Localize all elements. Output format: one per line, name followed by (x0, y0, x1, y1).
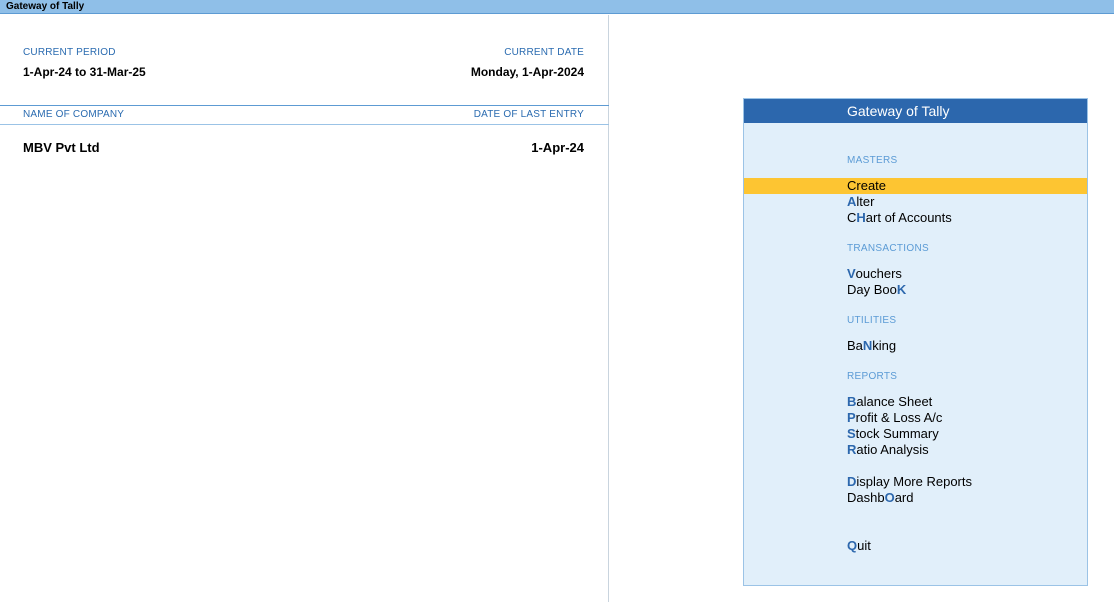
section-transactions-label: TRANSACTIONS (847, 243, 929, 254)
current-period-value[interactable]: 1-Apr-24 to 31-Mar-25 (23, 65, 146, 79)
menu-item-banking[interactable]: BaNking (744, 338, 1087, 354)
section-utilities-label: UTILITIES (847, 315, 897, 326)
menu-item-display-more-reports[interactable]: Display More Reports (744, 474, 1087, 490)
section-reports-label: REPORTS (847, 371, 898, 382)
company-name[interactable]: MBV Pvt Ltd (23, 140, 100, 155)
hotkey-s: S (847, 426, 856, 441)
menu-item-ratio-analysis-label: atio Analysis (856, 442, 929, 457)
hotkey-v: V (847, 266, 856, 281)
menu-item-chart-of-accounts[interactable]: CHart of Accounts (744, 210, 1087, 226)
menu-item-stock-summary[interactable]: Stock Summary (744, 426, 1087, 442)
hotkey-d: D (847, 474, 857, 489)
hotkey-n: N (862, 338, 873, 353)
menu-item-vouchers-label: ouchers (855, 266, 902, 281)
menu-item-alter-label: lter (856, 194, 875, 209)
header-separator-top (0, 105, 609, 106)
menu-item-balance-sheet[interactable]: Balance Sheet (744, 394, 1087, 410)
hotkey-h: H (856, 210, 866, 225)
menu-item-quit-label: uit (857, 538, 871, 553)
menu-item-chart-label: art of Accounts (865, 210, 952, 225)
current-date-value[interactable]: Monday, 1-Apr-2024 (471, 65, 584, 79)
hotkey-q: Q (847, 538, 858, 553)
menu-item-dashboard-prefix: Dashb (847, 490, 885, 505)
hotkey-p: P (847, 410, 856, 425)
menu-item-display-more-reports-label: isplay More Reports (856, 474, 972, 489)
header-separator-bottom (0, 124, 609, 125)
menu-item-alter[interactable]: Alter (744, 194, 1087, 210)
menu-item-day-book-label: Day Boo (847, 282, 897, 297)
current-date-label: CURRENT DATE (504, 47, 584, 58)
gateway-menu-panel: Gateway of Tally MASTERS Create Alter CH… (743, 98, 1088, 586)
hotkey-o: O (884, 490, 895, 505)
company-last-entry-date: 1-Apr-24 (531, 140, 584, 155)
menu-item-profit-loss[interactable]: Profit & Loss A/c (744, 410, 1087, 426)
menu-item-dashboard-label: ard (894, 490, 914, 505)
last-entry-column-header: DATE OF LAST ENTRY (473, 109, 584, 120)
title-bar-label: Gateway of Tally (6, 1, 85, 12)
menu-item-chart-prefix: C (847, 210, 857, 225)
gateway-menu-title: Gateway of Tally (847, 103, 950, 119)
hotkey-b: B (847, 394, 857, 409)
menu-item-profit-loss-label: rofit & Loss A/c (855, 410, 943, 425)
company-name-column-header: NAME OF COMPANY (23, 109, 125, 120)
menu-item-stock-summary-label: tock Summary (855, 426, 939, 441)
menu-item-dashboard[interactable]: DashbOard (744, 490, 1087, 506)
menu-item-day-book[interactable]: Day BooK (744, 282, 1087, 298)
menu-item-balance-sheet-label: alance Sheet (856, 394, 933, 409)
hotkey-k: K (896, 282, 907, 297)
section-masters-label: MASTERS (847, 155, 898, 166)
menu-item-create-label: Create (847, 178, 887, 193)
title-bar: Gateway of Tally (0, 0, 1114, 14)
hotkey-r: R (847, 442, 857, 457)
current-period-label: CURRENT PERIOD (23, 47, 116, 58)
menu-item-create[interactable]: Create (744, 178, 1087, 194)
company-info-panel: CURRENT PERIOD 1-Apr-24 to 31-Mar-25 CUR… (0, 15, 609, 602)
menu-item-quit[interactable]: Quit (744, 538, 1087, 554)
menu-item-banking-label: king (872, 338, 897, 353)
menu-item-vouchers[interactable]: Vouchers (744, 266, 1087, 282)
menu-item-banking-prefix: Ba (847, 338, 863, 353)
gateway-menu-header: Gateway of Tally (744, 99, 1087, 123)
menu-item-ratio-analysis[interactable]: Ratio Analysis (744, 442, 1087, 458)
hotkey-a: A (847, 194, 857, 209)
